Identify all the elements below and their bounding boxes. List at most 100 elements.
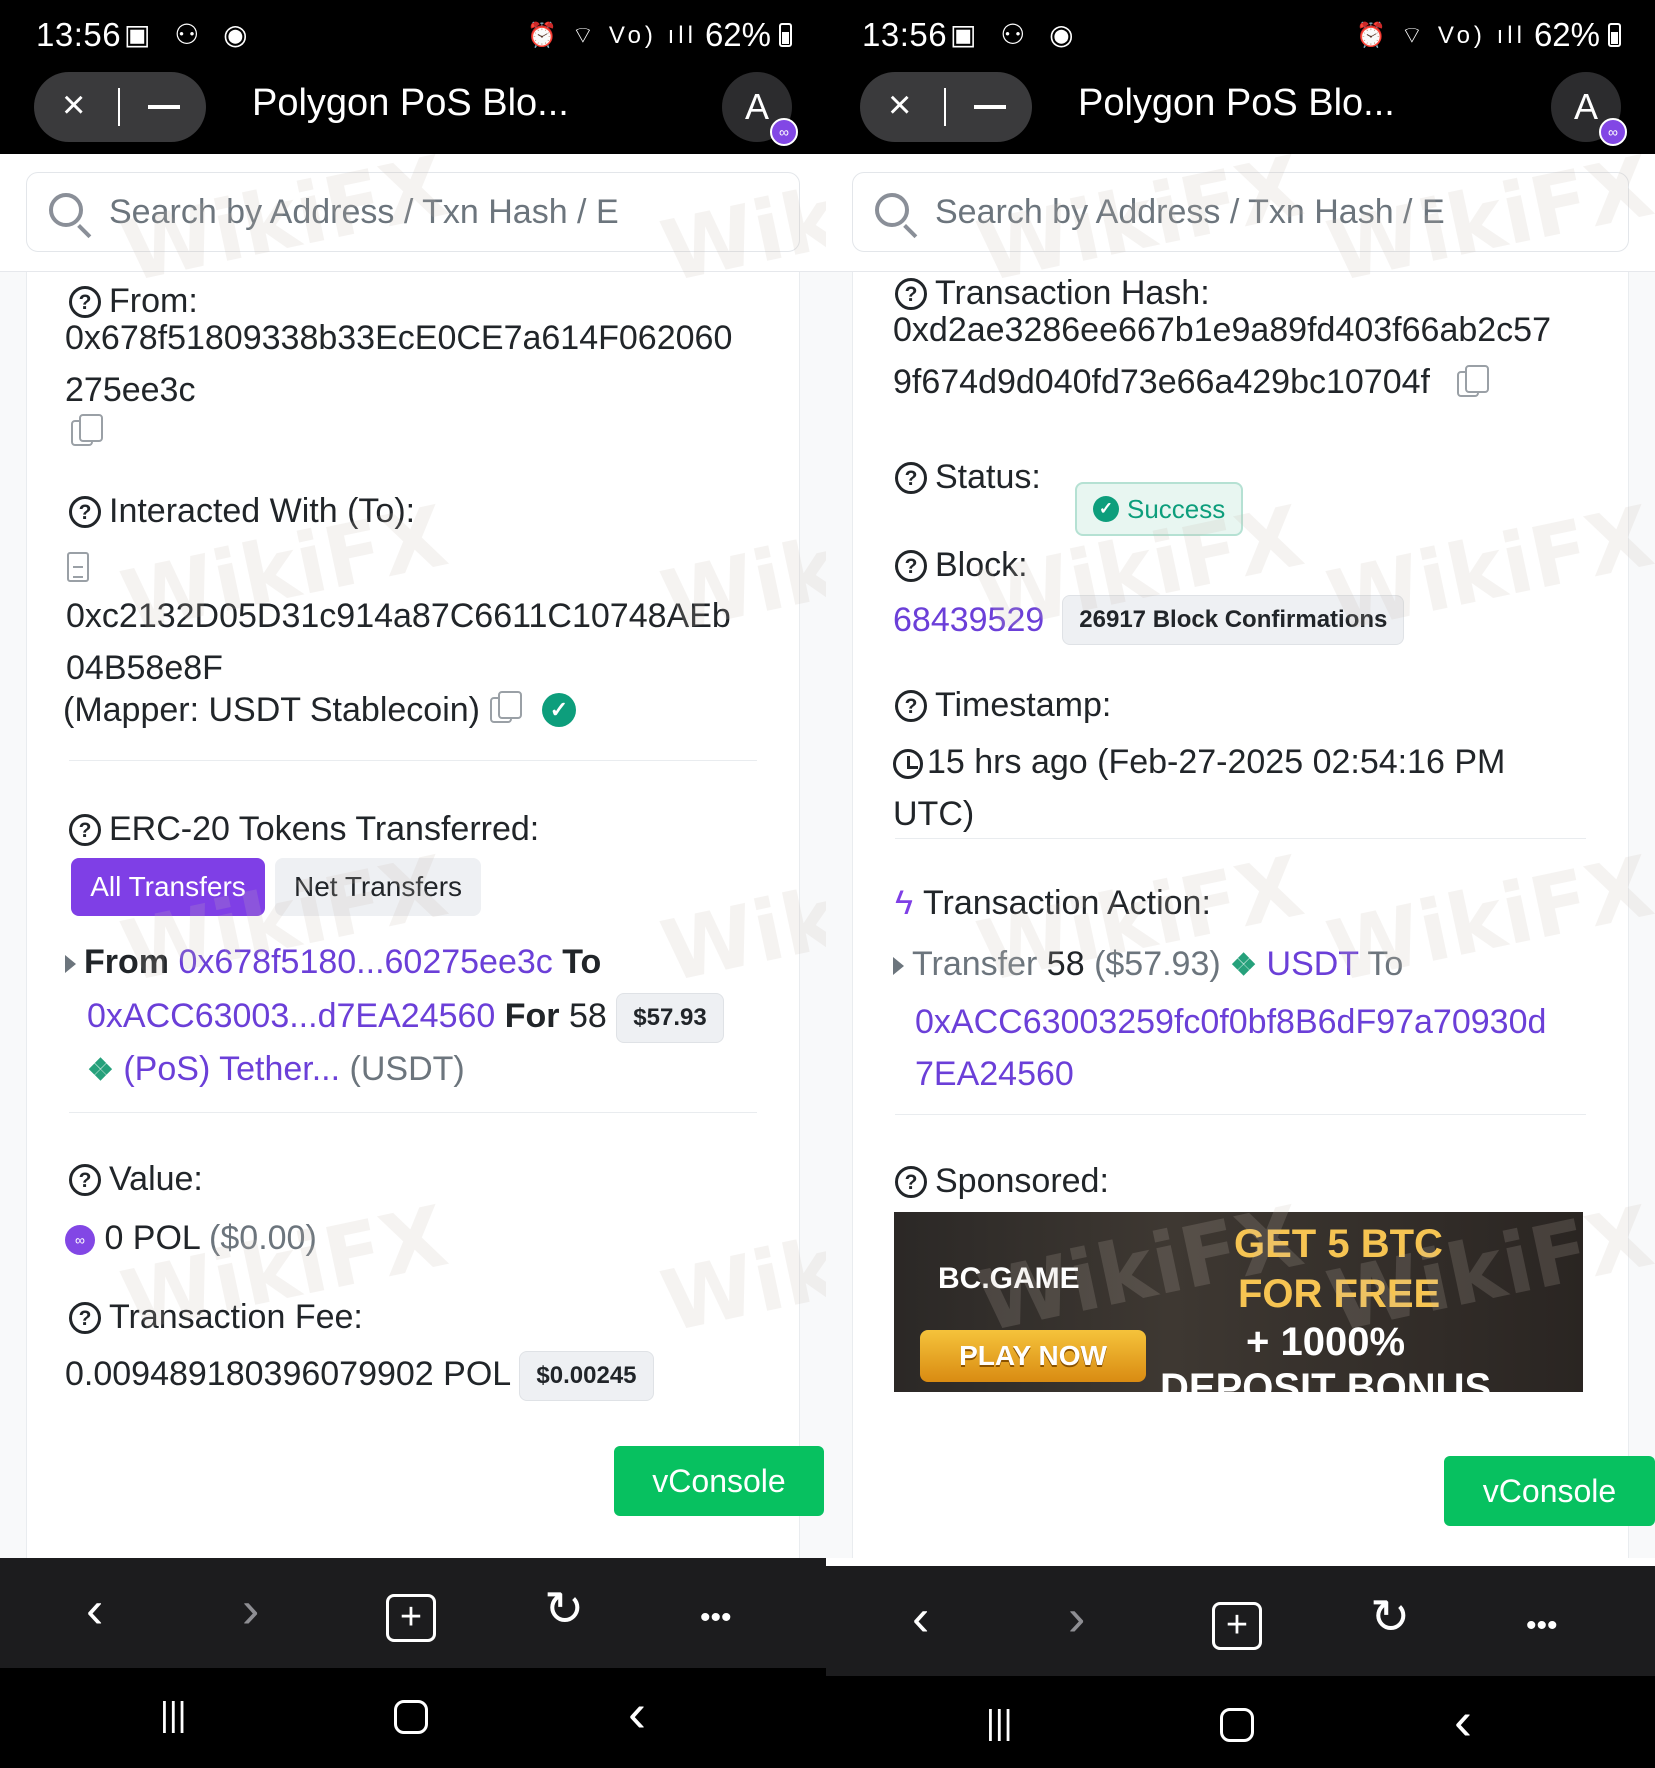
timestamp-line2: UTC): [893, 795, 975, 833]
reload-icon[interactable]: ↻: [544, 1580, 584, 1640]
success-check-icon: ✓: [1093, 496, 1119, 522]
action-label: ϟ Transaction Action:: [895, 884, 1211, 923]
action-to-address-line1[interactable]: 0xACC63003259fc0f0bf8B6dF97a70930d: [893, 996, 1573, 1048]
search-input[interactable]: Search by Address / Txn Hash / E: [852, 172, 1629, 252]
token-name[interactable]: (PoS) Tether...: [123, 1050, 340, 1088]
action-row: Transfer 58 ($57.93) ❖ USDT To 0xACC6300…: [893, 938, 1573, 1100]
avatar[interactable]: A ∞: [722, 72, 798, 146]
browser-toolbar: ‹ › + ↻ •••: [826, 1566, 1655, 1676]
block-number[interactable]: 68439529: [893, 594, 1044, 646]
more-icon[interactable]: •••: [700, 1588, 732, 1648]
net-transfers-button[interactable]: Net Transfers: [275, 858, 481, 916]
action-token[interactable]: USDT: [1267, 945, 1359, 983]
lightning-icon: ϟ: [895, 884, 913, 922]
to-address-line1: 0xc2132D05D31c914a87C6611C10748AEb: [66, 597, 731, 635]
fee-label-text: Transaction Fee:: [109, 1298, 363, 1336]
transfer-to-word: To: [562, 943, 602, 981]
help-icon[interactable]: ?: [69, 1301, 101, 1334]
reload-icon[interactable]: ↻: [1370, 1588, 1410, 1648]
ad-play-button[interactable]: PLAY NOW: [920, 1330, 1146, 1382]
notification-icons: ▣ ⚇ ◉: [950, 19, 1082, 50]
search-input[interactable]: Search by Address / Txn Hash / E: [26, 172, 800, 252]
back-icon[interactable]: ‹: [912, 1588, 929, 1648]
status-label-text: Status:: [935, 458, 1041, 496]
divider: [944, 88, 946, 126]
avatar[interactable]: A ∞: [1551, 72, 1627, 146]
transaction-hash: 0xd2ae3286ee667b1e9a89fd403f66ab2c57 9f6…: [893, 304, 1551, 408]
sponsored-ad-banner[interactable]: BC.GAME PLAY NOW GET 5 BTC FOR FREE + 10…: [894, 1212, 1583, 1392]
block-row: 68439529 26917 Block Confirmations: [893, 594, 1405, 646]
battery-percent: 62%: [704, 16, 771, 53]
copy-icon[interactable]: [489, 691, 522, 723]
search-placeholder: Search by Address / Txn Hash / E: [935, 193, 1445, 231]
help-icon[interactable]: ?: [69, 813, 101, 846]
recents-icon[interactable]: |||: [160, 1696, 187, 1735]
more-icon[interactable]: •••: [1526, 1596, 1558, 1656]
transfer-from-address[interactable]: 0x678f5180...60275ee3c: [178, 943, 552, 981]
action-label-text: Transaction Action:: [923, 884, 1211, 922]
browser-bar: × Polygon PoS Blo... A ∞: [0, 70, 826, 154]
copy-icon[interactable]: [1457, 365, 1490, 398]
help-icon[interactable]: ?: [69, 1163, 101, 1196]
erc20-label-text: ERC-20 Tokens Transferred:: [109, 810, 540, 848]
help-icon[interactable]: ?: [895, 1165, 927, 1198]
clock-icon: [893, 749, 923, 780]
action-to-address-line2[interactable]: 7EA24560: [893, 1048, 1573, 1100]
search-icon: [49, 193, 83, 227]
to-address[interactable]: 0xc2132D05D31c914a87C6611C10748AEb 04B58…: [66, 590, 731, 694]
vconsole-button[interactable]: vConsole: [1444, 1456, 1655, 1526]
system-nav-bar: ||| ‹: [0, 1668, 826, 1768]
new-tab-icon[interactable]: +: [386, 1594, 436, 1642]
close-icon[interactable]: ×: [62, 82, 85, 128]
tether-icon: ❖: [87, 1054, 114, 1088]
forward-icon[interactable]: ›: [242, 1580, 259, 1640]
all-transfers-button[interactable]: All Transfers: [71, 858, 265, 916]
transfer-for-word: For: [504, 997, 560, 1035]
minimize-icon[interactable]: [148, 105, 180, 109]
home-icon[interactable]: [1220, 1708, 1254, 1742]
value-usd: ($0.00): [209, 1219, 317, 1257]
copy-icon[interactable]: [71, 414, 103, 446]
contract-icon: [67, 552, 89, 582]
expand-icon[interactable]: [893, 957, 904, 976]
from-address[interactable]: 0x678f51809338b33EcE0CE7a614F062060 275e…: [65, 312, 732, 416]
sponsored-label: ? Sponsored:: [895, 1162, 1109, 1201]
system-back-icon[interactable]: ‹: [628, 1682, 646, 1744]
help-icon[interactable]: ?: [895, 461, 927, 494]
home-icon[interactable]: [394, 1700, 428, 1734]
search-bar: Search by Address / Txn Hash / E: [0, 154, 826, 272]
system-icons: ⏰ ⌔ Vo) ıll 62%: [527, 16, 792, 54]
help-icon[interactable]: ?: [69, 495, 101, 528]
ad-line3: + 1000%: [1246, 1320, 1406, 1364]
status-badge: ✓ Success: [1075, 482, 1244, 536]
expand-icon[interactable]: [65, 955, 76, 974]
tab-title: Polygon PoS Blo...: [252, 82, 569, 124]
value-label-text: Value:: [109, 1160, 203, 1198]
transfer-amount: 58: [569, 997, 607, 1035]
page-content: ? From: 0x678f51809338b33EcE0CE7a614F0620…: [0, 272, 826, 1558]
help-icon[interactable]: ?: [895, 549, 927, 582]
back-icon[interactable]: ‹: [86, 1580, 103, 1640]
status-value: Success: [1127, 494, 1226, 524]
polygon-badge-icon: ∞: [1599, 118, 1627, 146]
minimize-icon[interactable]: [974, 105, 1006, 109]
recents-icon[interactable]: |||: [986, 1704, 1013, 1743]
left-screenshot: 13:56 ▣ ⚇ ◉ ⏰ ⌔ Vo) ıll 62% × Polygon Po…: [0, 0, 826, 1768]
help-icon[interactable]: ?: [895, 689, 927, 722]
status-label: ? Status:: [895, 458, 1041, 497]
value-row: ∞ 0 POL ($0.00): [65, 1212, 317, 1264]
value-amount: 0 POL: [104, 1219, 200, 1257]
divider: [895, 838, 1586, 839]
transfer-to-address[interactable]: 0xACC63003...d7EA24560: [87, 997, 495, 1035]
forward-icon[interactable]: ›: [1068, 1588, 1085, 1648]
close-icon[interactable]: ×: [888, 82, 911, 128]
transfer-usd-badge: $57.93: [616, 993, 724, 1044]
new-tab-icon[interactable]: +: [1212, 1602, 1262, 1650]
system-back-icon[interactable]: ‹: [1454, 1690, 1472, 1752]
vconsole-button[interactable]: vConsole: [614, 1446, 824, 1516]
to-label-text: Interacted With (To):: [109, 492, 416, 530]
tab-controls: ×: [860, 72, 1032, 142]
ad-line1: GET 5 BTC: [1234, 1222, 1443, 1266]
signal-icons: ⏰ ⌔ Vo) ıll: [527, 22, 697, 49]
transfer-from-word: From: [84, 943, 169, 981]
